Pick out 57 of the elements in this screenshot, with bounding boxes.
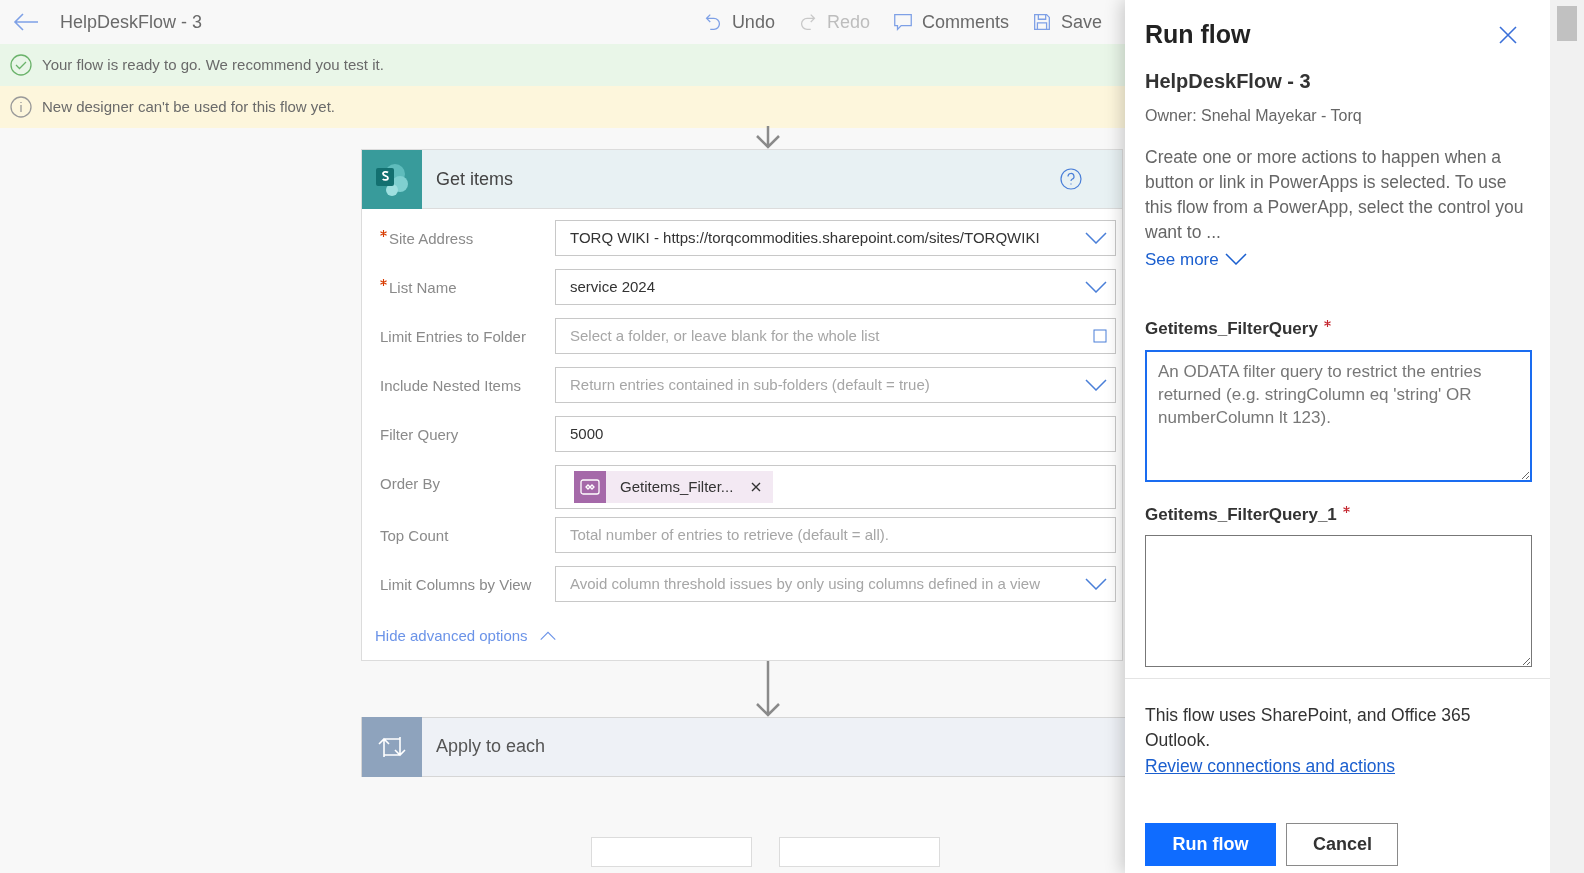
help-icon[interactable]: [1060, 168, 1082, 190]
dynamic-content-token[interactable]: Getitems_Filter...: [574, 471, 774, 503]
field-label: Limit Columns by View: [380, 575, 532, 595]
apply-to-each-card[interactable]: Apply to each: [361, 716, 1125, 777]
scrollbar[interactable]: [1550, 0, 1584, 873]
dropdown-field[interactable]: service 2024: [555, 269, 1116, 305]
scrollbar-thumb[interactable]: [1557, 6, 1577, 41]
input-label: Getitems_FilterQuery: [1145, 318, 1318, 340]
back-arrow-icon[interactable]: [13, 12, 39, 32]
field-label: Order By: [380, 474, 440, 494]
input-field[interactable]: An ODATA filter query to restrict the entries returned (e.g. stringColumn eq 'string' OR numberColumn lt 123).: [1145, 349, 1532, 482]
field-label: Filter Query: [380, 425, 459, 445]
down-arrow-icon: [754, 660, 782, 717]
cancel-button[interactable]: Cancel: [1286, 823, 1398, 867]
field-label: Include Nested Items: [380, 376, 521, 396]
banner-text: Your flow is ready to go. We recommend you test it.: [42, 54, 384, 75]
run-flow-button[interactable]: Run flow: [1145, 823, 1276, 867]
remove-token-icon[interactable]: [751, 482, 762, 492]
input-label: Getitems_FilterQuery_1: [1145, 503, 1337, 526]
toolbar-button[interactable]: Comments: [891, 8, 1009, 36]
hide-advanced-options-link[interactable]: Hide advanced options: [375, 625, 556, 648]
input-field[interactable]: 5000: [555, 416, 1116, 452]
see-more-link[interactable]: See more: [1145, 246, 1247, 272]
banner-text: New designer can't be used for this flow yet.: [42, 96, 335, 117]
comment-icon: [891, 11, 914, 33]
input-field[interactable]: [1145, 535, 1532, 667]
panel-title: Run flow: [1145, 19, 1251, 50]
toolbar-button[interactable]: Save: [1030, 8, 1102, 36]
chevron-down-icon: [1085, 281, 1107, 293]
field-label: Limit Entries to Folder: [380, 327, 526, 347]
order-by-field[interactable]: Getitems_Filter...: [555, 465, 1116, 509]
description-text: Create one or more actions to happen when a button or link in PowerApps is selected. To use this flow from a PowerApp, select the control you want to ...: [1145, 145, 1525, 244]
chevron-down-icon: [1085, 232, 1107, 244]
field-label: Site Address: [389, 229, 474, 249]
check-circle-icon: [10, 54, 32, 76]
card-title: Apply to each: [436, 735, 546, 758]
chevron-down-icon: [1085, 578, 1107, 590]
field-label: List Name: [389, 278, 457, 298]
down-arrow-icon: [754, 126, 782, 149]
flow-name: HelpDeskFlow - 3: [1145, 68, 1312, 94]
review-connections-link[interactable]: Review connections and actions: [1145, 756, 1395, 776]
chevron-up-icon: [539, 630, 556, 643]
info-icon: [10, 96, 32, 118]
owner-text: Owner: Snehal Mayekar - Torq: [1145, 105, 1363, 126]
chevron-down-icon: [1224, 253, 1247, 266]
chevron-down-icon: [1085, 379, 1107, 391]
powerapps-icon: [574, 471, 606, 503]
dropdown-field[interactable]: TORQ WIKI - https://torqcommodities.sharepoint.com/sites/TORQWIKI: [555, 220, 1116, 256]
close-icon[interactable]: [1498, 24, 1518, 45]
connections-note: This flow uses SharePoint, and Office 365 Outlook.: [1145, 704, 1472, 752]
card-title: Get items: [436, 167, 514, 191]
flow-title: HelpDeskFlow - 3: [60, 10, 203, 34]
folder-picker-icon: [1093, 329, 1107, 343]
card-header[interactable]: Get items: [362, 150, 1122, 209]
field-label: Top Count: [380, 526, 449, 546]
toolbar-button[interactable]: Undo: [701, 8, 775, 36]
loop-icon: [362, 716, 422, 777]
